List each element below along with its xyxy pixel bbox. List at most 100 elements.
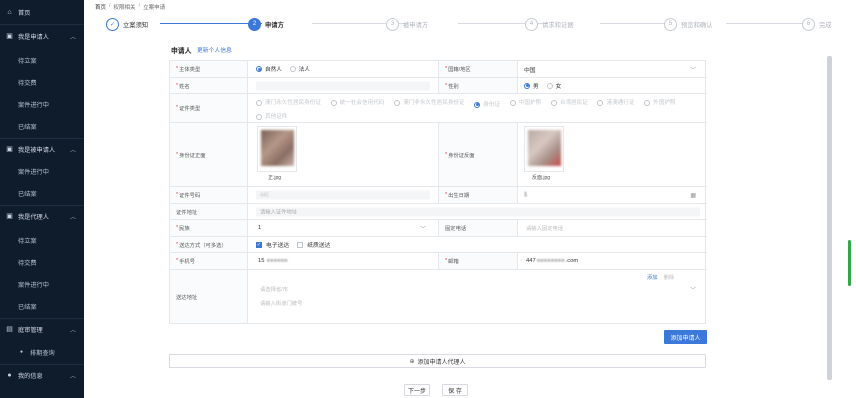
next-step-button[interactable]: 下一步 bbox=[404, 384, 430, 396]
chevron-up-icon: ︿ bbox=[69, 214, 76, 221]
sidebar-item-in-progress[interactable]: 案件进行中 bbox=[0, 160, 84, 182]
radio-id-type[interactable]: 港澳通行证 bbox=[597, 97, 634, 109]
phone-input[interactable]: 15 ■■■■■■ bbox=[258, 253, 287, 269]
chevron-up-icon: ︿ bbox=[69, 373, 76, 380]
name-input[interactable] bbox=[256, 81, 430, 90]
add-address-link[interactable]: 添加 bbox=[647, 273, 658, 281]
add-agent-button[interactable]: ⊕ 添加申请人代理人 bbox=[169, 354, 706, 368]
sidebar-group-my-info[interactable]: ● 我的信息 ︿ bbox=[0, 364, 84, 386]
radio-id-type[interactable]: 身份证 bbox=[474, 99, 500, 111]
sidebar-label: 我是被申请人 bbox=[18, 146, 56, 154]
sidebar-item-home[interactable]: ⌂ 首页 bbox=[0, 1, 84, 23]
radio-id-type[interactable]: 外国护照 bbox=[644, 97, 676, 109]
sidebar-label: 案件进行中 bbox=[18, 281, 49, 289]
breadcrumb-item[interactable]: 权限相关 bbox=[114, 3, 136, 11]
main-content: 首页 / 权限相关 / 立案申请 ✓ 立案须知 2 申请方 3 被申请方 4 请… bbox=[84, 0, 856, 398]
step-label: 申请方 bbox=[265, 21, 284, 29]
nationality-select[interactable]: 中国 ﹀ bbox=[524, 61, 700, 77]
sidebar-group-respondent[interactable]: ▣ 我是被申请人 ︿ bbox=[0, 138, 84, 160]
radio-dot bbox=[256, 66, 262, 72]
checkbox-paper[interactable]: 纸质送达 bbox=[297, 240, 330, 249]
id-back-image bbox=[528, 130, 561, 166]
folder-icon: ▣ bbox=[6, 33, 13, 40]
radio-legal-person[interactable]: 法人 bbox=[289, 65, 310, 73]
dot-icon: ● bbox=[19, 349, 24, 355]
add-applicant-button[interactable]: 添加申请人 bbox=[664, 330, 707, 344]
chevron-down-icon: ﹀ bbox=[689, 287, 696, 294]
radio-female[interactable]: 女 bbox=[546, 82, 561, 90]
step-2: 2 申请方 bbox=[248, 16, 284, 32]
sidebar-item-closed[interactable]: 已结案 bbox=[0, 182, 84, 204]
radio-dot bbox=[509, 100, 516, 106]
street-input[interactable]: 请输入街道门牌号 bbox=[256, 297, 700, 309]
step-connector bbox=[160, 23, 262, 24]
home-icon: ⌂ bbox=[7, 8, 12, 16]
delete-address-link[interactable]: 删除 bbox=[664, 273, 675, 281]
birth-date-picker[interactable]: 1 ▦ bbox=[524, 187, 700, 203]
form-row: * 送达方式（可多选） ✓ 电子送达 纸质送达 bbox=[170, 237, 707, 253]
chevron-down-icon: ﹀ bbox=[419, 226, 426, 233]
breadcrumb-separator: / bbox=[109, 3, 111, 9]
sidebar-item-pending-payment[interactable]: 待交费 bbox=[0, 71, 84, 93]
sidebar-item-in-progress[interactable]: 案件进行中 bbox=[0, 273, 84, 295]
form-row: * 主体类型 自然人 法人 * 国籍/地区 中国 ﹀ bbox=[170, 61, 707, 78]
photo-caption: 反面.jpg bbox=[532, 175, 551, 181]
sidebar-item-closed[interactable]: 已结案 bbox=[0, 115, 84, 137]
scrollbar-thumb[interactable] bbox=[827, 56, 832, 380]
radio-dot bbox=[256, 114, 262, 120]
field-label: * 证件类型 bbox=[170, 94, 248, 122]
region-select[interactable]: 请选择省/市 ﹀ bbox=[256, 283, 700, 295]
sidebar-item-pending-payment[interactable]: 待交费 bbox=[0, 251, 84, 273]
field-label: * 证件号码 bbox=[170, 187, 248, 203]
sidebar-label: 待交费 bbox=[18, 79, 37, 87]
field-label: * 邮箱 bbox=[438, 253, 518, 269]
id-address-input[interactable]: 请输入证件地址 bbox=[256, 207, 700, 216]
radio-id-type[interactable]: 其他证件 bbox=[256, 111, 287, 123]
form-row: * 民族 1 ﹀ 固定电话 请输入固定电话 bbox=[170, 220, 707, 237]
step-label: 请求和证据 bbox=[542, 21, 574, 29]
update-info-link[interactable]: 更新个人信息 bbox=[197, 45, 232, 54]
radio-dot bbox=[330, 100, 337, 106]
id-back-photo[interactable] bbox=[524, 126, 564, 172]
content-scrollbar[interactable] bbox=[827, 56, 832, 380]
radio-id-type[interactable]: 澳门永久性居民身份证 bbox=[256, 97, 321, 109]
radio-id-type[interactable]: 澳门非永久性居民身份证 bbox=[394, 97, 465, 109]
chevron-down-icon: ﹀ bbox=[689, 67, 696, 74]
radio-id-type[interactable]: 台湾居民证 bbox=[550, 97, 588, 109]
save-button[interactable]: 保 存 bbox=[442, 384, 468, 396]
field-label: * 主体类型 bbox=[170, 61, 248, 77]
sidebar-item-pending-filing[interactable]: 待立案 bbox=[0, 49, 84, 71]
breadcrumb-home[interactable]: 首页 bbox=[95, 3, 106, 11]
email-input[interactable]: 447 ■■■■■■■■ .com bbox=[526, 253, 578, 269]
form-row: * 姓名 * 性别 男 女 bbox=[170, 78, 707, 94]
id-front-photo[interactable] bbox=[257, 126, 297, 172]
sidebar-item-schedule[interactable]: ● 排期查询 bbox=[0, 341, 84, 363]
sidebar-group-applicant[interactable]: ▣ 我是申请人 ︿ bbox=[0, 25, 84, 47]
landline-input[interactable]: 请输入固定电话 bbox=[526, 220, 563, 236]
form-row: * 证件类型 澳门永久性居民身份证 统一社会信用代码 澳门非永久性居民身份证 身份… bbox=[170, 94, 707, 123]
sidebar-label: 案件进行中 bbox=[18, 168, 49, 176]
step-number: 6 bbox=[802, 17, 815, 31]
id-number-input[interactable]: 441 bbox=[256, 190, 430, 200]
ethnicity-select[interactable]: 1 ﹀ bbox=[258, 220, 430, 236]
applicant-form: * 主体类型 自然人 法人 * 国籍/地区 中国 ﹀ * 姓名 * 性别 男 女 * 证件… bbox=[169, 60, 707, 324]
radio-id-type[interactable]: 中国护照 bbox=[509, 97, 541, 109]
radio-natural-person[interactable]: 自然人 bbox=[256, 65, 282, 73]
sidebar-item-pending-filing[interactable]: 待立案 bbox=[0, 229, 84, 251]
field-label: * 送达方式（可多选） bbox=[170, 237, 248, 252]
form-row: 证件地址 请输入证件地址 bbox=[170, 204, 707, 220]
folder-icon: ▣ bbox=[6, 213, 13, 220]
radio-male[interactable]: 男 bbox=[524, 82, 539, 90]
breadcrumb-current: 立案申请 bbox=[143, 5, 166, 11]
step-6: 6 完成 bbox=[802, 16, 832, 32]
page-scroll-indicator[interactable] bbox=[848, 240, 851, 286]
sidebar-group-agent[interactable]: ▣ 我是代理人 ︿ bbox=[0, 205, 84, 227]
form-row: * 证件号码 441 * 出生日期 1 ▦ bbox=[170, 187, 707, 204]
sidebar-item-in-progress[interactable]: 案件进行中 bbox=[0, 93, 84, 115]
sidebar-label: 我的信息 bbox=[18, 372, 43, 380]
sidebar-group-court[interactable]: ▤ 庭审管理 ︿ bbox=[0, 318, 84, 340]
checkbox-electronic[interactable]: ✓ 电子送达 bbox=[256, 240, 289, 249]
sidebar-label: 待立案 bbox=[18, 237, 37, 245]
radio-id-type[interactable]: 统一社会信用代码 bbox=[330, 97, 384, 109]
sidebar-item-closed[interactable]: 已结案 bbox=[0, 295, 84, 317]
